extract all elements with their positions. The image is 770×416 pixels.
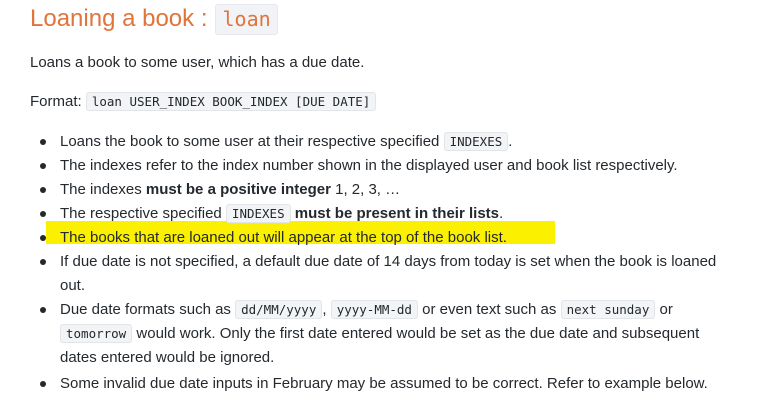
item-text: would work. Only the first date entered … bbox=[136, 325, 700, 342]
list-item: The indexes must be a positive integer 1… bbox=[60, 178, 765, 202]
list-item: If due date is not specified, a default … bbox=[60, 250, 765, 298]
item-text: out. bbox=[60, 277, 86, 294]
item-text: The respective specified bbox=[60, 205, 222, 222]
list-item: Due date formats such as dd/MM/yyyy, yyy… bbox=[60, 298, 765, 370]
item-line: Due date formats such as dd/MM/yyyy, yyy… bbox=[60, 298, 765, 322]
inline-code: INDEXES bbox=[225, 204, 291, 223]
bullet-dot bbox=[40, 139, 46, 145]
list-item: Loans the book to some user at their res… bbox=[60, 130, 765, 154]
item-bold-text: must be present in their lists bbox=[294, 205, 499, 222]
list-item-highlighted: The books that are loaned out will appea… bbox=[60, 226, 765, 250]
bullet-dot bbox=[40, 259, 46, 265]
format-code: loan USER_INDEX BOOK_INDEX [DUE DATE] bbox=[85, 92, 377, 111]
heading-text: Loaning a book : bbox=[30, 5, 208, 32]
item-line: tomorrow would work. Only the first date… bbox=[60, 322, 765, 346]
format-label: Format: bbox=[30, 93, 82, 110]
intro-paragraph: Loans a book to some user, which has a d… bbox=[30, 54, 365, 71]
document-page: Loaning a book : loan Loans a book to so… bbox=[0, 0, 770, 416]
item-text: Some invalid due date inputs in February… bbox=[60, 375, 708, 392]
inline-code: tomorrow bbox=[60, 324, 133, 343]
heading-command-code: loan bbox=[215, 3, 278, 35]
item-text: The indexes bbox=[60, 181, 142, 198]
item-bold-text: must be a positive integer bbox=[145, 181, 331, 198]
item-text: or bbox=[659, 301, 673, 318]
bullet-dot bbox=[40, 381, 46, 387]
item-text: The books that are loaned out will appea… bbox=[60, 229, 507, 246]
item-text: , bbox=[322, 301, 327, 318]
item-text: The indexes refer to the index number sh… bbox=[60, 157, 678, 174]
bullet-dot bbox=[40, 235, 46, 241]
bullet-dot bbox=[40, 307, 46, 313]
bullet-dot bbox=[40, 163, 46, 169]
item-text: dates entered would be ignored. bbox=[60, 349, 275, 366]
bullet-dot bbox=[40, 187, 46, 193]
inline-code: next sunday bbox=[560, 300, 656, 319]
inline-code: dd/MM/yyyy bbox=[235, 300, 323, 319]
list-item: Some invalid due date inputs in February… bbox=[60, 372, 765, 396]
format-line: Format: loan USER_INDEX BOOK_INDEX [DUE … bbox=[30, 92, 377, 112]
list-item: The indexes refer to the index number sh… bbox=[60, 154, 765, 178]
list-item: The respective specified INDEXES must be… bbox=[60, 202, 765, 226]
item-text: Loans the book to some user at their res… bbox=[60, 133, 440, 150]
bullet-dot bbox=[40, 211, 46, 217]
item-text: If due date is not specified, a default … bbox=[60, 253, 717, 270]
item-text: 1, 2, 3, … bbox=[335, 181, 401, 198]
section-heading: Loaning a book : loan bbox=[30, 2, 278, 36]
item-text: Due date formats such as bbox=[60, 301, 231, 318]
inline-code: INDEXES bbox=[443, 132, 509, 151]
item-text: or even text such as bbox=[422, 301, 557, 318]
inline-code: yyyy-MM-dd bbox=[330, 300, 418, 319]
item-text: . bbox=[508, 133, 513, 150]
item-text: . bbox=[499, 205, 504, 222]
